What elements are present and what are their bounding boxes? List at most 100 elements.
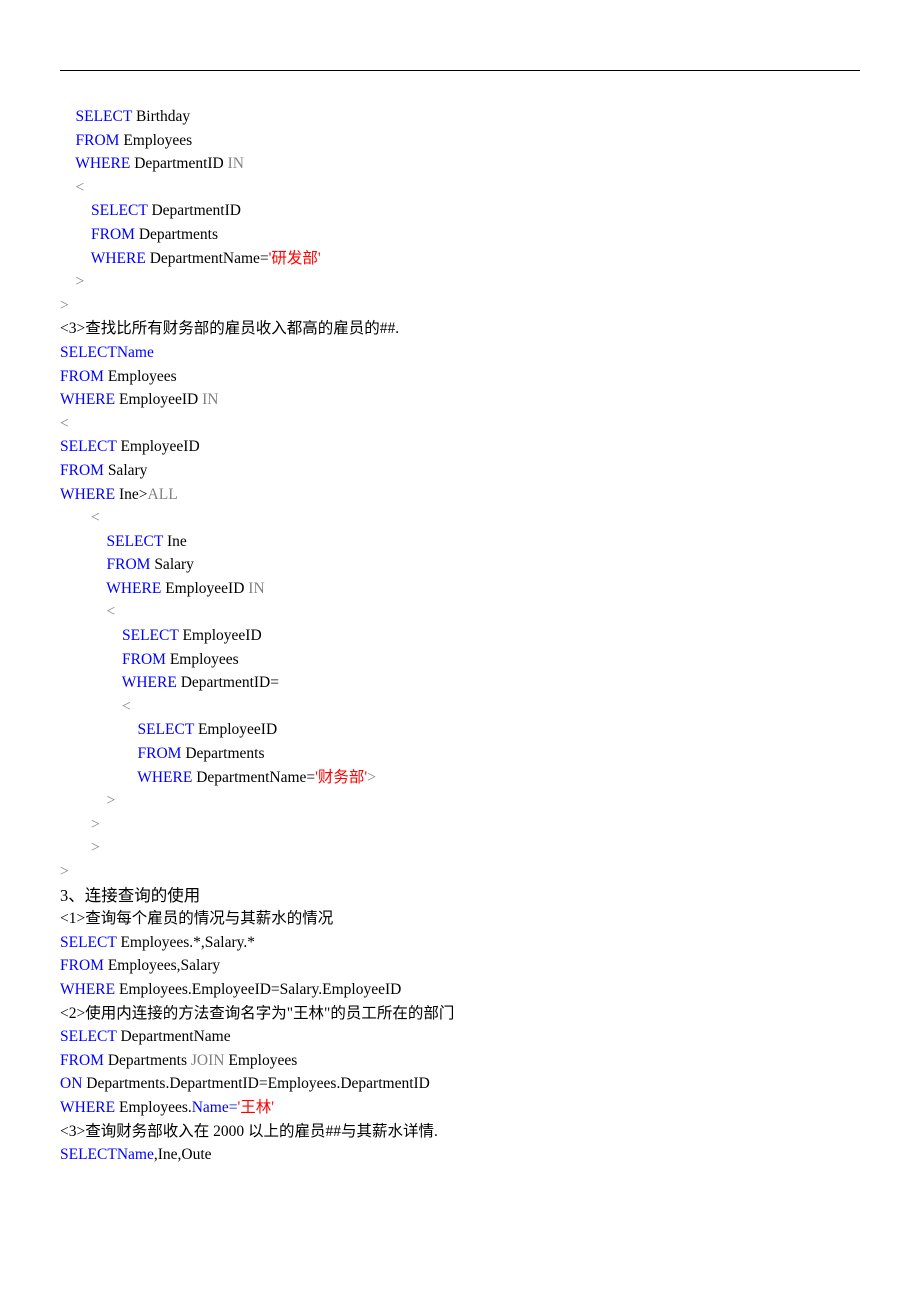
code-line: <: [60, 176, 860, 200]
kw: WHERE: [106, 580, 161, 597]
kw: SELECT: [122, 627, 179, 644]
code-text: Employees: [166, 651, 239, 668]
code-line: >: [60, 789, 860, 813]
question-text: <3>查找比所有财务部的雇员收入都高的雇员的##.: [60, 317, 860, 341]
text: <3>查找比所有财务部的雇员收入都高的雇员的##.: [60, 320, 399, 337]
code-line: SELECTName: [60, 341, 860, 365]
kw: WHERE: [137, 769, 192, 786]
angle: <: [91, 509, 100, 526]
code-text: DepartmentID: [130, 155, 227, 172]
question-text: <3>查询财务部收入在 2000 以上的雇员##与其薪水详情.: [60, 1120, 860, 1144]
kw: SELECT: [107, 533, 164, 550]
kw: FROM: [122, 651, 166, 668]
code-text: EmployeeID: [194, 721, 277, 738]
code-line: FROM Employees,Salary: [60, 954, 860, 978]
kw: WHERE: [75, 155, 130, 172]
kw: FROM: [107, 556, 151, 573]
code-line: ON Departments.DepartmentID=Employees.De…: [60, 1072, 860, 1096]
kw: WHERE: [60, 981, 115, 998]
code-line: >: [60, 860, 860, 884]
code-text: Ine>: [115, 486, 147, 503]
kw: SELECT: [60, 934, 117, 951]
code-line: <: [60, 506, 860, 530]
code-line: WHERE DepartmentID IN: [60, 152, 860, 176]
code-text: Employees.EmployeeID=Salary.EmployeeID: [115, 981, 401, 998]
code-text: Salary: [150, 556, 193, 573]
code-text: Employees: [119, 132, 192, 149]
code-text: Employees,Salary: [104, 957, 220, 974]
code-line: SELECT Birthday: [60, 105, 860, 129]
string: '财务部': [315, 769, 367, 786]
kw: FROM: [60, 1052, 104, 1069]
code-line: SELECT Employees.*,Salary.*: [60, 931, 860, 955]
text: <3>查询财务部收入在 2000 以上的雇员##与其薪水详情.: [60, 1123, 438, 1140]
angle: >: [76, 273, 85, 290]
kw2: JOIN: [191, 1052, 225, 1069]
code-line: WHERE Employees.EmployeeID=Salary.Employ…: [60, 978, 860, 1002]
kw: WHERE: [60, 391, 115, 408]
code-text: EmployeeID: [179, 627, 262, 644]
code-line: SELECTName,Ine,Oute: [60, 1143, 860, 1167]
angle: <: [60, 415, 69, 432]
text: <2>使用内连接的方法查询名字为"王林"的员工所在的部门: [60, 1005, 454, 1022]
angle: >: [367, 769, 376, 786]
code-line: >: [60, 294, 860, 318]
kw2: IN: [202, 391, 218, 408]
code-text: DepartmentID: [148, 202, 241, 219]
code-line: FROM Salary: [60, 459, 860, 483]
code-text: DepartmentName=: [192, 769, 315, 786]
angle: >: [91, 839, 100, 856]
angle: <: [76, 179, 85, 196]
code-text: EmployeeID: [161, 580, 248, 597]
kw: FROM: [91, 226, 135, 243]
kw: FROM: [60, 462, 104, 479]
kw: FROM: [76, 132, 120, 149]
code-text: DepartmentID=: [177, 674, 279, 691]
code-text: Employees: [224, 1052, 297, 1069]
kw: SELECTName: [60, 344, 154, 361]
kw: SELECT: [91, 202, 148, 219]
code-line: FROM Employees: [60, 365, 860, 389]
kw: SELECT: [60, 438, 117, 455]
kw: ON: [60, 1075, 82, 1092]
text: <1>查询每个雇员的情况与其薪水的情况: [60, 910, 333, 927]
code-text: Departments.DepartmentID=Employees.Depar…: [82, 1075, 429, 1092]
code-line: FROM Employees: [60, 129, 860, 153]
question-text: <2>使用内连接的方法查询名字为"王林"的员工所在的部门: [60, 1002, 860, 1026]
code-line: SELECT EmployeeID: [60, 624, 860, 648]
kw: WHERE: [91, 250, 146, 267]
code-line: >: [60, 270, 860, 294]
code-text: EmployeeID: [117, 438, 200, 455]
code-line: <: [60, 695, 860, 719]
kw: SELECTName: [60, 1146, 154, 1163]
kw: FROM: [60, 368, 104, 385]
code-text: Employees: [104, 368, 177, 385]
code-line: >: [60, 813, 860, 837]
code-line: WHERE DepartmentName='研发部': [60, 247, 860, 271]
code-text: ,Ine,Oute: [154, 1146, 212, 1163]
code-line: <: [60, 412, 860, 436]
kw: Name=: [192, 1099, 238, 1116]
document-page: SELECT Birthday FROM Employees WHERE Dep…: [0, 0, 920, 1302]
code-line: WHERE Ine>ALL: [60, 483, 860, 507]
code-text: Employees.*,Salary.*: [117, 934, 255, 951]
code-line: WHERE Employees.Name='王林': [60, 1096, 860, 1120]
code-text: EmployeeID: [115, 391, 202, 408]
kw2: IN: [228, 155, 244, 172]
section-heading: 3、连接查询的使用: [60, 884, 860, 908]
code-line: SELECT EmployeeID: [60, 718, 860, 742]
code-line: WHERE EmployeeID IN: [60, 577, 860, 601]
code-text: Departments: [181, 745, 264, 762]
kw2: ALL: [148, 486, 178, 503]
code-text: Birthday: [132, 108, 190, 125]
angle: >: [107, 792, 116, 809]
code-text: Departments: [104, 1052, 191, 1069]
kw: FROM: [138, 745, 182, 762]
angle: >: [91, 816, 100, 833]
document-body: SELECT Birthday FROM Employees WHERE Dep…: [60, 105, 860, 1167]
code-text: DepartmentName: [117, 1028, 231, 1045]
kw: SELECT: [60, 1028, 117, 1045]
code-line: WHERE EmployeeID IN: [60, 388, 860, 412]
code-text: Ine: [163, 533, 187, 550]
code-line: >: [60, 836, 860, 860]
